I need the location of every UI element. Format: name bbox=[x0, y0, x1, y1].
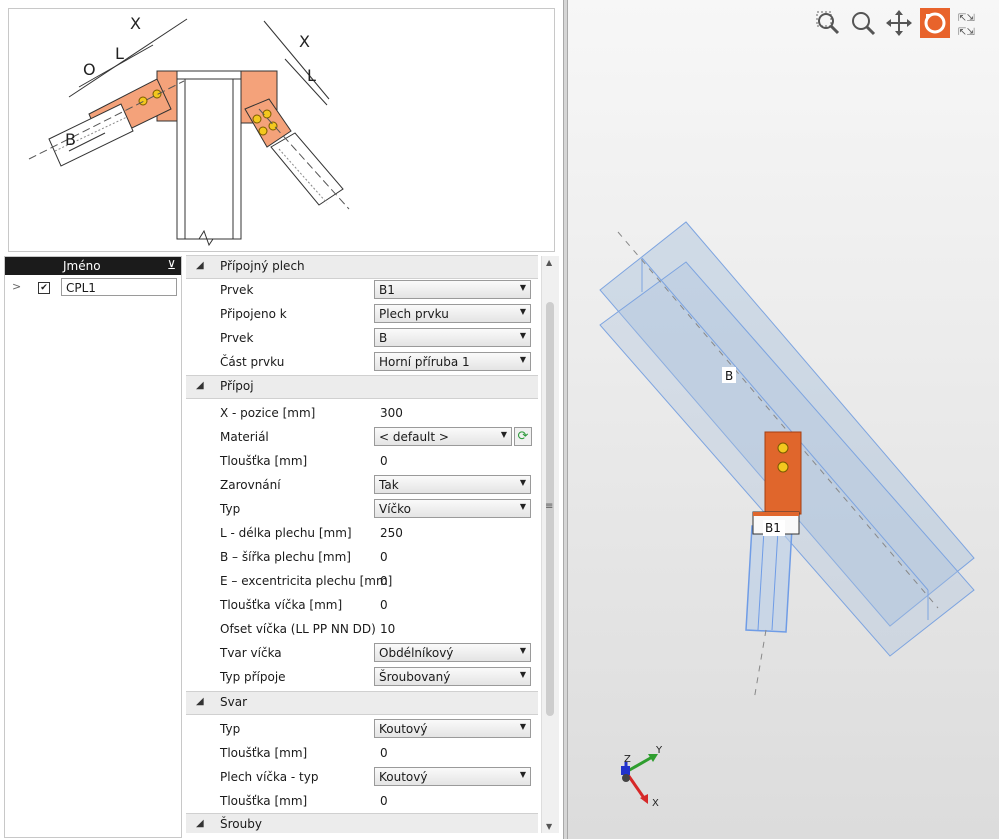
section-connection[interactable]: ◢ Přípoj bbox=[186, 375, 538, 399]
alignment-select[interactable]: Tak ▼ bbox=[374, 475, 531, 494]
dim-label-l-right: L bbox=[307, 66, 316, 85]
chevron-down-icon: ▼ bbox=[519, 478, 526, 487]
section-connected-plate[interactable]: ◢ Přípojný plech bbox=[186, 255, 538, 279]
grip-icon: ≡ bbox=[545, 501, 554, 512]
chevron-down-icon: ▼ bbox=[519, 770, 526, 779]
prop-row-member-part: Část prvku Horní příruba 1 ▼ bbox=[186, 350, 538, 374]
beam-label[interactable]: B bbox=[725, 369, 733, 383]
prop-row-member: Prvek B1 ▼ bbox=[186, 278, 538, 302]
chevron-down-icon: ▼ bbox=[519, 283, 526, 292]
member2-select[interactable]: B ▼ bbox=[374, 328, 531, 347]
left-pane: X L O B X L Jméno ⊻ > ✔ CPL1 ◢ Přípojný … bbox=[0, 0, 564, 839]
chevron-down-icon: ▼ bbox=[500, 430, 507, 439]
prop-row-type: Typ Víčko ▼ bbox=[186, 497, 538, 521]
x-position-value[interactable]: 300 bbox=[380, 406, 403, 420]
dim-label-x-left: X bbox=[130, 14, 141, 33]
weld-type-select[interactable]: Koutový ▼ bbox=[374, 719, 531, 738]
prop-row-weld-thickness: Tloušťka [mm] 0 bbox=[220, 746, 388, 760]
prop-row-cap-shape: Tvar víčka Obdélníkový ▼ bbox=[186, 641, 538, 665]
connected-to-select[interactable]: Plech prvku ▼ bbox=[374, 304, 531, 323]
section-weld[interactable]: ◢ Svar bbox=[186, 691, 538, 715]
prop-row-plate-length: L - délka plechu [mm] 250 bbox=[220, 526, 403, 540]
member-select[interactable]: B1 ▼ bbox=[374, 280, 531, 299]
prop-row-material: Materiál < default > ▼ ⟳ bbox=[186, 425, 538, 449]
list-item[interactable]: > ✔ CPL1 bbox=[5, 277, 181, 299]
chevron-down-icon: ▼ bbox=[519, 722, 526, 731]
chevron-down-icon: ▼ bbox=[519, 502, 526, 511]
column-label[interactable]: B1 bbox=[765, 521, 781, 535]
property-grid: ◢ Přípojný plech Prvek B1 ▼ Připojeno k P… bbox=[186, 255, 538, 833]
plate-list: Jméno ⊻ > ✔ CPL1 bbox=[4, 256, 182, 838]
axis-label-x: X bbox=[652, 798, 659, 809]
prop-row-weld-type: Typ Koutový ▼ bbox=[186, 717, 538, 741]
cap-shape-select[interactable]: Obdélníkový ▼ bbox=[374, 643, 531, 662]
prop-row-member2: Prvek B ▼ bbox=[186, 326, 538, 350]
prop-row-eccentricity: E – excentricita plechu [mm] 0 bbox=[220, 574, 393, 588]
prop-row-connected-to: Připojeno k Plech prvku ▼ bbox=[186, 302, 538, 326]
row-name[interactable]: CPL1 bbox=[61, 278, 177, 296]
property-scrollbar[interactable]: ▲ ≡ ▼ bbox=[541, 256, 559, 833]
list-header: Jméno ⊻ bbox=[5, 257, 181, 275]
cap-plate-type-select[interactable]: Koutový ▼ bbox=[374, 767, 531, 786]
prop-row-x-position: X - pozice [mm] 300 bbox=[220, 406, 403, 420]
prop-row-weld-thickness2: Tloušťka [mm] 0 bbox=[220, 794, 388, 808]
filter-icon[interactable]: ⊻ bbox=[167, 258, 176, 272]
refresh-icon[interactable]: ⟳ bbox=[514, 427, 532, 446]
collapse-icon[interactable]: ◢ bbox=[196, 818, 204, 829]
joint-type-select[interactable]: Šroubovaný ▼ bbox=[374, 667, 531, 686]
chevron-down-icon: ▼ bbox=[519, 331, 526, 340]
model-view[interactable]: B B1 Y X Z bbox=[568, 0, 999, 839]
material-select[interactable]: < default > ▼ bbox=[374, 427, 512, 446]
prop-row-cap-offset: Ofset víčka (LL PP NN DD) 10 bbox=[220, 622, 396, 636]
dim-label-b: B bbox=[65, 130, 76, 149]
chevron-down-icon: ▼ bbox=[519, 355, 526, 364]
row-expand-icon[interactable]: > bbox=[12, 280, 21, 293]
axis-label-y: Y bbox=[655, 745, 663, 756]
viewport-3d[interactable]: ⇱⇲ ⇱⇲ B B1 Y X Z bbox=[567, 0, 999, 839]
prop-row-plate-width: B – šířka plechu [mm] 0 bbox=[220, 550, 388, 564]
chevron-down-icon: ▼ bbox=[519, 646, 526, 655]
prop-row-joint-type: Typ přípoje Šroubovaný ▼ bbox=[186, 665, 538, 689]
axis-label-z: Z bbox=[624, 754, 631, 765]
row-checkbox[interactable]: ✔ bbox=[38, 282, 50, 294]
collapse-icon[interactable]: ◢ bbox=[196, 696, 204, 707]
section-bolts[interactable]: ◢ Šrouby bbox=[186, 813, 538, 833]
collapse-icon[interactable]: ◢ bbox=[196, 380, 204, 391]
collapse-icon[interactable]: ◢ bbox=[196, 260, 204, 271]
dim-label-l-left: L bbox=[115, 44, 124, 63]
type-select[interactable]: Víčko ▼ bbox=[374, 499, 531, 518]
name-column-header[interactable]: Jméno bbox=[63, 259, 101, 273]
scroll-down-icon[interactable]: ▼ bbox=[546, 822, 552, 831]
member-part-select[interactable]: Horní příruba 1 ▼ bbox=[374, 352, 531, 371]
diagram-drawing: X L O B X L bbox=[28, 14, 350, 247]
dim-label-o: O bbox=[83, 60, 96, 79]
dim-label-x-right: X bbox=[299, 32, 310, 51]
prop-row-thickness: Tloušťka [mm] 0 bbox=[220, 454, 388, 468]
prop-row-cap-plate-type: Plech víčka - typ Koutový ▼ bbox=[186, 765, 538, 789]
connection-diagram: X L O B X L bbox=[8, 8, 555, 252]
chevron-down-icon: ▼ bbox=[519, 670, 526, 679]
chevron-down-icon: ▼ bbox=[519, 307, 526, 316]
prop-row-alignment: Zarovnání Tak ▼ bbox=[186, 473, 538, 497]
scroll-up-icon[interactable]: ▲ bbox=[546, 258, 552, 267]
prop-row-cap-thickness: Tloušťka víčka [mm] 0 bbox=[220, 598, 388, 612]
